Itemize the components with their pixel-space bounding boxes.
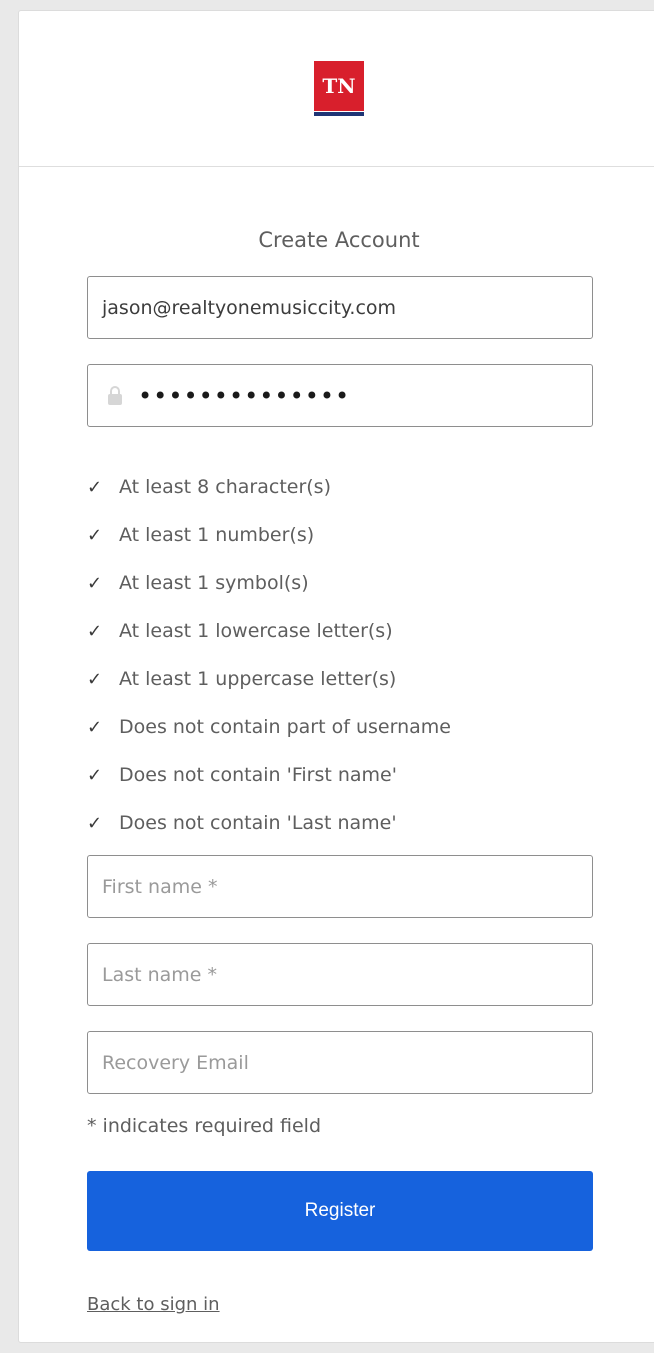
registration-card: TN Create Account jason@realtyonemusicci… xyxy=(18,10,654,1343)
tn-logo: TN xyxy=(314,61,364,116)
rule-label: At least 1 uppercase letter(s) xyxy=(119,668,397,690)
password-rule: ✓ At least 1 number(s) xyxy=(87,511,627,559)
checkmark-icon: ✓ xyxy=(87,812,103,834)
password-value: •••••••••••••• xyxy=(138,381,351,410)
tn-logo-box: TN xyxy=(314,61,364,111)
password-rule: ✓ Does not contain 'Last name' xyxy=(87,799,627,847)
username-field[interactable]: jason@realtyonemusiccity.com xyxy=(87,276,593,339)
required-field-note: * indicates required field xyxy=(87,1115,322,1137)
back-to-sign-in-link[interactable]: Back to sign in xyxy=(87,1294,220,1315)
last-name-field[interactable]: Last name * xyxy=(87,943,593,1006)
first-name-field[interactable]: First name * xyxy=(87,855,593,918)
checkmark-icon: ✓ xyxy=(87,572,103,594)
lock-icon xyxy=(108,385,122,406)
checkmark-icon: ✓ xyxy=(87,668,103,690)
rule-label: Does not contain 'Last name' xyxy=(119,812,397,834)
rule-label: At least 1 symbol(s) xyxy=(119,572,309,594)
password-field[interactable]: •••••••••••••• xyxy=(87,364,593,427)
checkmark-icon: ✓ xyxy=(87,764,103,786)
password-rule: ✓ At least 8 character(s) xyxy=(87,463,627,511)
password-rule: ✓ At least 1 symbol(s) xyxy=(87,559,627,607)
checkmark-icon: ✓ xyxy=(87,716,103,738)
rule-label: Does not contain 'First name' xyxy=(119,764,397,786)
password-rule: ✓ Does not contain 'First name' xyxy=(87,751,627,799)
password-rules-list: ✓ At least 8 character(s) ✓ At least 1 n… xyxy=(87,463,627,847)
page-title: Create Account xyxy=(258,228,420,252)
checkmark-icon: ✓ xyxy=(87,620,103,642)
tn-logo-stripe xyxy=(314,112,364,116)
checkmark-icon: ✓ xyxy=(87,524,103,546)
register-button[interactable]: Register xyxy=(87,1171,593,1251)
first-name-placeholder: First name * xyxy=(102,875,218,898)
rule-label: Does not contain part of username xyxy=(119,716,451,738)
rule-label: At least 1 number(s) xyxy=(119,524,315,546)
password-rule: ✓ At least 1 lowercase letter(s) xyxy=(87,607,627,655)
recovery-email-placeholder: Recovery Email xyxy=(102,1051,249,1074)
checkmark-icon: ✓ xyxy=(87,476,103,498)
username-value: jason@realtyonemusiccity.com xyxy=(102,296,397,319)
password-rule: ✓ At least 1 uppercase letter(s) xyxy=(87,655,627,703)
recovery-email-field[interactable]: Recovery Email xyxy=(87,1031,593,1094)
password-rule: ✓ Does not contain part of username xyxy=(87,703,627,751)
rule-label: At least 8 character(s) xyxy=(119,476,331,498)
rule-label: At least 1 lowercase letter(s) xyxy=(119,620,393,642)
last-name-placeholder: Last name * xyxy=(102,963,218,986)
card-header: TN xyxy=(19,11,654,167)
